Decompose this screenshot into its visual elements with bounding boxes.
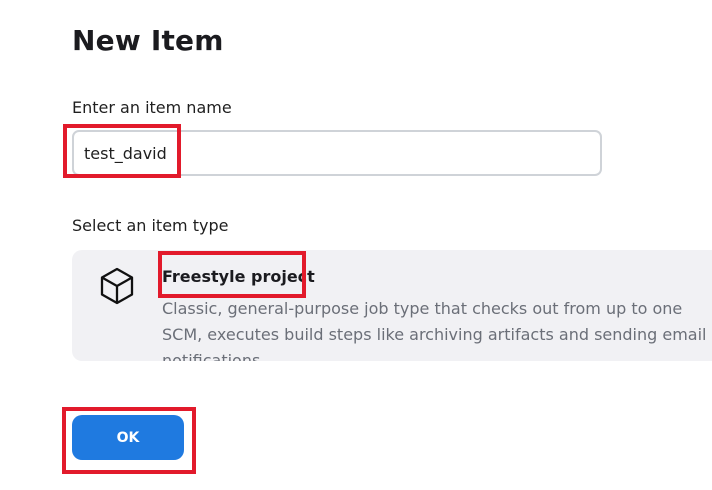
item-type-label: Select an item type xyxy=(72,216,229,235)
new-item-page: New Item Enter an item name Select an it… xyxy=(0,0,712,490)
ok-button[interactable]: OK xyxy=(72,415,184,460)
page-title: New Item xyxy=(72,24,224,57)
freestyle-project-title: Freestyle project xyxy=(162,267,315,286)
freestyle-project-option[interactable]: Freestyle project Classic, general-purpo… xyxy=(72,250,712,361)
freestyle-project-description: Classic, general-purpose job type that c… xyxy=(162,299,707,361)
cube-icon xyxy=(100,267,134,305)
item-name-input[interactable] xyxy=(72,130,602,176)
item-name-label: Enter an item name xyxy=(72,98,232,117)
